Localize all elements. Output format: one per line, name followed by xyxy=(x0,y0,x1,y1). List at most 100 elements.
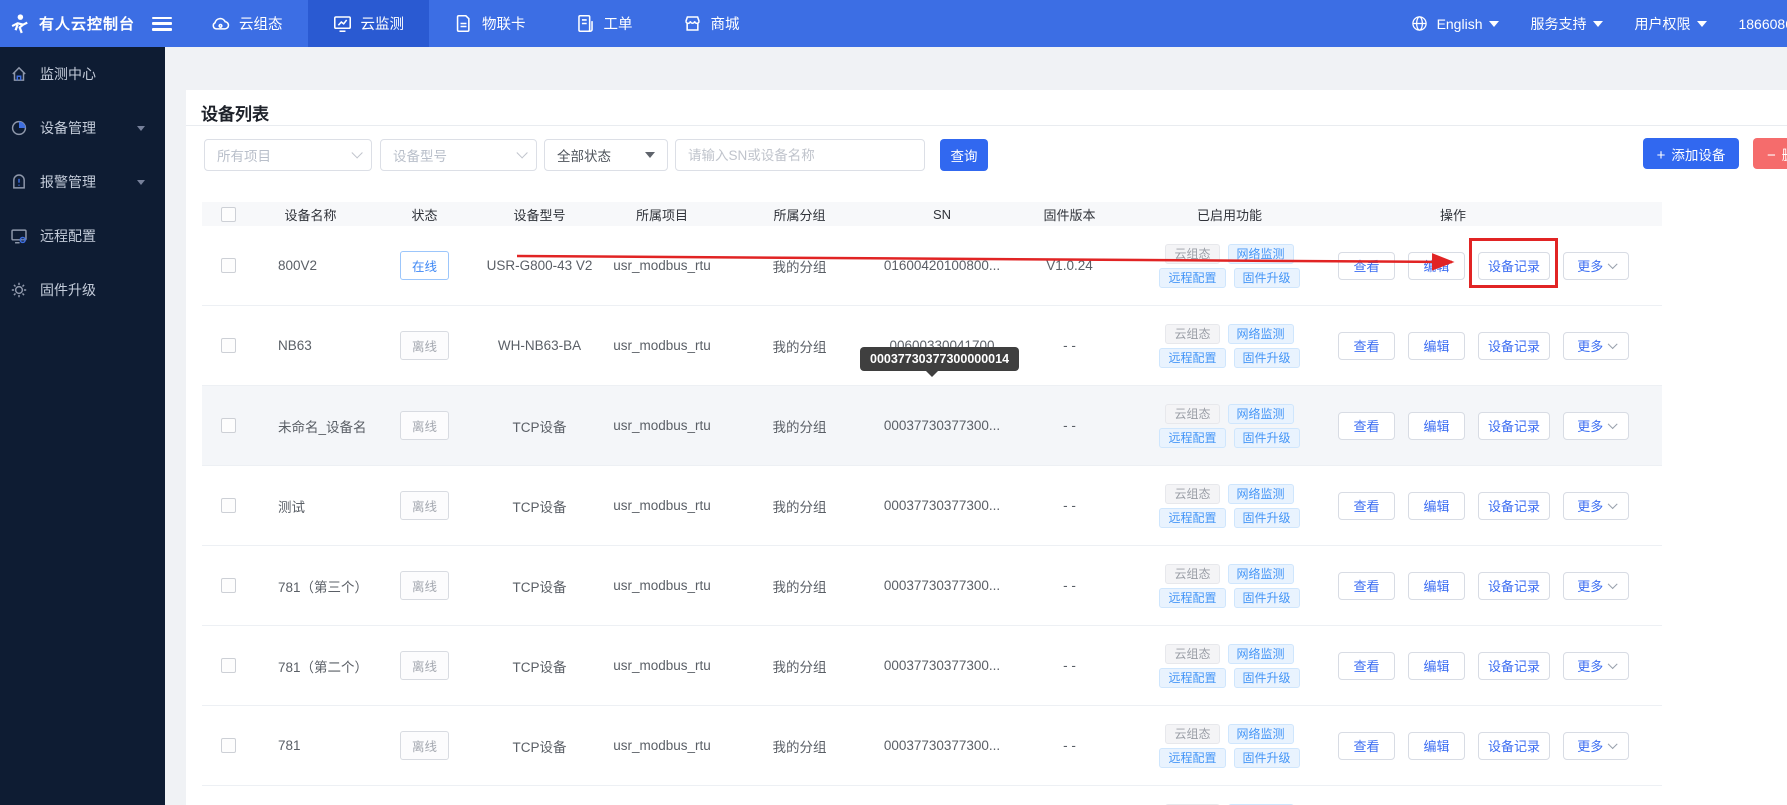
row-actions: 查看 编辑 设备记录 更多 xyxy=(1332,652,1662,680)
device-record-button[interactable]: 设备记录 xyxy=(1478,332,1550,360)
view-button[interactable]: 查看 xyxy=(1338,572,1395,600)
header-checkbox[interactable] xyxy=(221,207,236,222)
device-firmware: - - xyxy=(1012,738,1127,753)
chevron-down-icon xyxy=(1593,21,1603,27)
feature-tag-remote-config: 远程配置 xyxy=(1159,428,1225,448)
row-checkbox[interactable] xyxy=(221,258,236,273)
device-record-button[interactable]: 设备记录 xyxy=(1478,252,1550,280)
service-support-menu[interactable]: 服务支持 xyxy=(1530,14,1603,34)
view-button[interactable]: 查看 xyxy=(1338,332,1395,360)
more-button[interactable]: 更多 xyxy=(1563,652,1629,680)
brand[interactable]: 有人云控制台 xyxy=(0,12,172,36)
status-badge: 离线 xyxy=(400,411,449,440)
more-button[interactable]: 更多 xyxy=(1563,332,1629,360)
sidebar-item-device-management[interactable]: 设备管理 xyxy=(0,101,165,155)
row-checkbox[interactable] xyxy=(221,578,236,593)
more-button[interactable]: 更多 xyxy=(1563,412,1629,440)
usr-logo-icon xyxy=(8,12,30,36)
edit-button[interactable]: 编辑 xyxy=(1408,332,1465,360)
nav-item-cloud-scada[interactable]: 云组态 xyxy=(186,0,308,47)
device-record-button[interactable]: 设备记录 xyxy=(1478,492,1550,520)
device-record-button[interactable]: 设备记录 xyxy=(1478,412,1550,440)
enabled-features: 云组态网络监测 远程配置固件升级 xyxy=(1127,560,1332,612)
pie-chart-icon xyxy=(10,119,28,137)
edit-button[interactable]: 编辑 xyxy=(1408,412,1465,440)
feature-tag-firmware-upgrade: 固件升级 xyxy=(1234,428,1300,448)
more-button[interactable]: 更多 xyxy=(1563,492,1629,520)
device-project: usr_modbus_rtu xyxy=(597,498,727,513)
col-header-firmware: 固件版本 xyxy=(1012,205,1127,224)
col-header-sn: SN xyxy=(872,207,1012,222)
device-group: 我的分组 xyxy=(727,656,872,676)
feature-tag-network-monitor: 网络监测 xyxy=(1228,404,1294,424)
edit-button[interactable]: 编辑 xyxy=(1408,652,1465,680)
chevron-down-icon xyxy=(1608,499,1617,508)
status-badge: 离线 xyxy=(400,491,449,520)
device-firmware: - - xyxy=(1012,658,1127,673)
view-button[interactable]: 查看 xyxy=(1338,732,1395,760)
delete-device-button[interactable]: 删除设备 xyxy=(1753,138,1787,169)
sidebar-item-remote-config[interactable]: 远程配置 xyxy=(0,209,165,263)
status-select[interactable]: 全部状态 xyxy=(544,139,668,171)
sidebar-item-monitor-center[interactable]: 监测中心 xyxy=(0,47,165,101)
device-record-button[interactable]: 设备记录 xyxy=(1478,732,1550,760)
col-header-device-name: 设备名称 xyxy=(254,205,367,224)
page-title: 设备列表 xyxy=(186,90,1787,117)
more-button[interactable]: 更多 xyxy=(1563,572,1629,600)
device-firmware: - - xyxy=(1012,578,1127,593)
status-badge: 离线 xyxy=(400,651,449,680)
cloud-icon xyxy=(211,14,230,33)
sidebar-item-firmware-upgrade[interactable]: 固件升级 xyxy=(0,263,165,317)
nav-item-cloud-monitor[interactable]: 云监测 xyxy=(308,0,430,47)
table-body: 800V2 在线 USR-G800-43 V2 usr_modbus_rtu 我… xyxy=(202,226,1662,805)
row-checkbox[interactable] xyxy=(221,338,236,353)
device-group: 我的分组 xyxy=(727,576,872,596)
device-project: usr_modbus_rtu xyxy=(597,258,727,273)
edit-button[interactable]: 编辑 xyxy=(1408,572,1465,600)
feature-tag-remote-config: 远程配置 xyxy=(1159,268,1225,288)
project-select[interactable]: 所有项目 xyxy=(204,139,372,171)
account-phone[interactable]: 1866086 xyxy=(1738,16,1787,32)
chevron-down-icon xyxy=(137,180,145,185)
chevron-down-icon xyxy=(1608,419,1617,428)
table-row: 800V2 在线 USR-G800-43 V2 usr_modbus_rtu 我… xyxy=(202,226,1662,306)
device-sn: 00037730377300... xyxy=(872,658,1012,673)
view-button[interactable]: 查看 xyxy=(1338,412,1395,440)
nav-item-store[interactable]: 商城 xyxy=(658,0,765,47)
row-actions: 查看 编辑 设备记录 更多 xyxy=(1332,492,1662,520)
feature-tag-cloud-scada: 云组态 xyxy=(1165,564,1219,584)
more-button[interactable]: 更多 xyxy=(1563,732,1629,760)
device-model: TCP设备 xyxy=(482,576,597,596)
edit-button[interactable]: 编辑 xyxy=(1408,732,1465,760)
feature-tag-network-monitor: 网络监测 xyxy=(1228,484,1294,504)
nav-item-work-order[interactable]: 工单 xyxy=(551,0,658,47)
feature-tag-network-monitor: 网络监测 xyxy=(1228,244,1294,264)
language-selector[interactable]: English xyxy=(1437,16,1500,32)
model-select[interactable]: 设备型号 xyxy=(380,139,537,171)
search-input[interactable] xyxy=(675,139,925,171)
edit-button[interactable]: 编辑 xyxy=(1408,492,1465,520)
user-permission-menu[interactable]: 用户权限 xyxy=(1634,14,1707,34)
row-checkbox[interactable] xyxy=(221,738,236,753)
device-record-button[interactable]: 设备记录 xyxy=(1478,652,1550,680)
nav-item-iot-sim[interactable]: 物联卡 xyxy=(429,0,551,47)
row-checkbox[interactable] xyxy=(221,418,236,433)
view-button[interactable]: 查看 xyxy=(1338,492,1395,520)
view-button[interactable]: 查看 xyxy=(1338,652,1395,680)
status-badge: 离线 xyxy=(400,571,449,600)
col-header-group: 所属分组 xyxy=(727,205,872,224)
query-button[interactable]: 查询 xyxy=(940,139,988,171)
row-checkbox[interactable] xyxy=(221,498,236,513)
edit-button[interactable]: 编辑 xyxy=(1408,252,1465,280)
view-button[interactable]: 查看 xyxy=(1338,252,1395,280)
add-device-button[interactable]: 添加设备 xyxy=(1643,138,1739,169)
more-button[interactable]: 更多 xyxy=(1563,252,1629,280)
row-checkbox[interactable] xyxy=(221,658,236,673)
chevron-down-icon xyxy=(1608,579,1617,588)
row-actions: 查看 编辑 设备记录 更多 xyxy=(1332,252,1662,280)
feature-tag-firmware-upgrade: 固件升级 xyxy=(1234,748,1300,768)
hamburger-menu-icon[interactable] xyxy=(152,17,172,31)
sidebar-item-alarm-management[interactable]: 报警管理 xyxy=(0,155,165,209)
device-project: usr_modbus_rtu xyxy=(597,578,727,593)
device-record-button[interactable]: 设备记录 xyxy=(1478,572,1550,600)
